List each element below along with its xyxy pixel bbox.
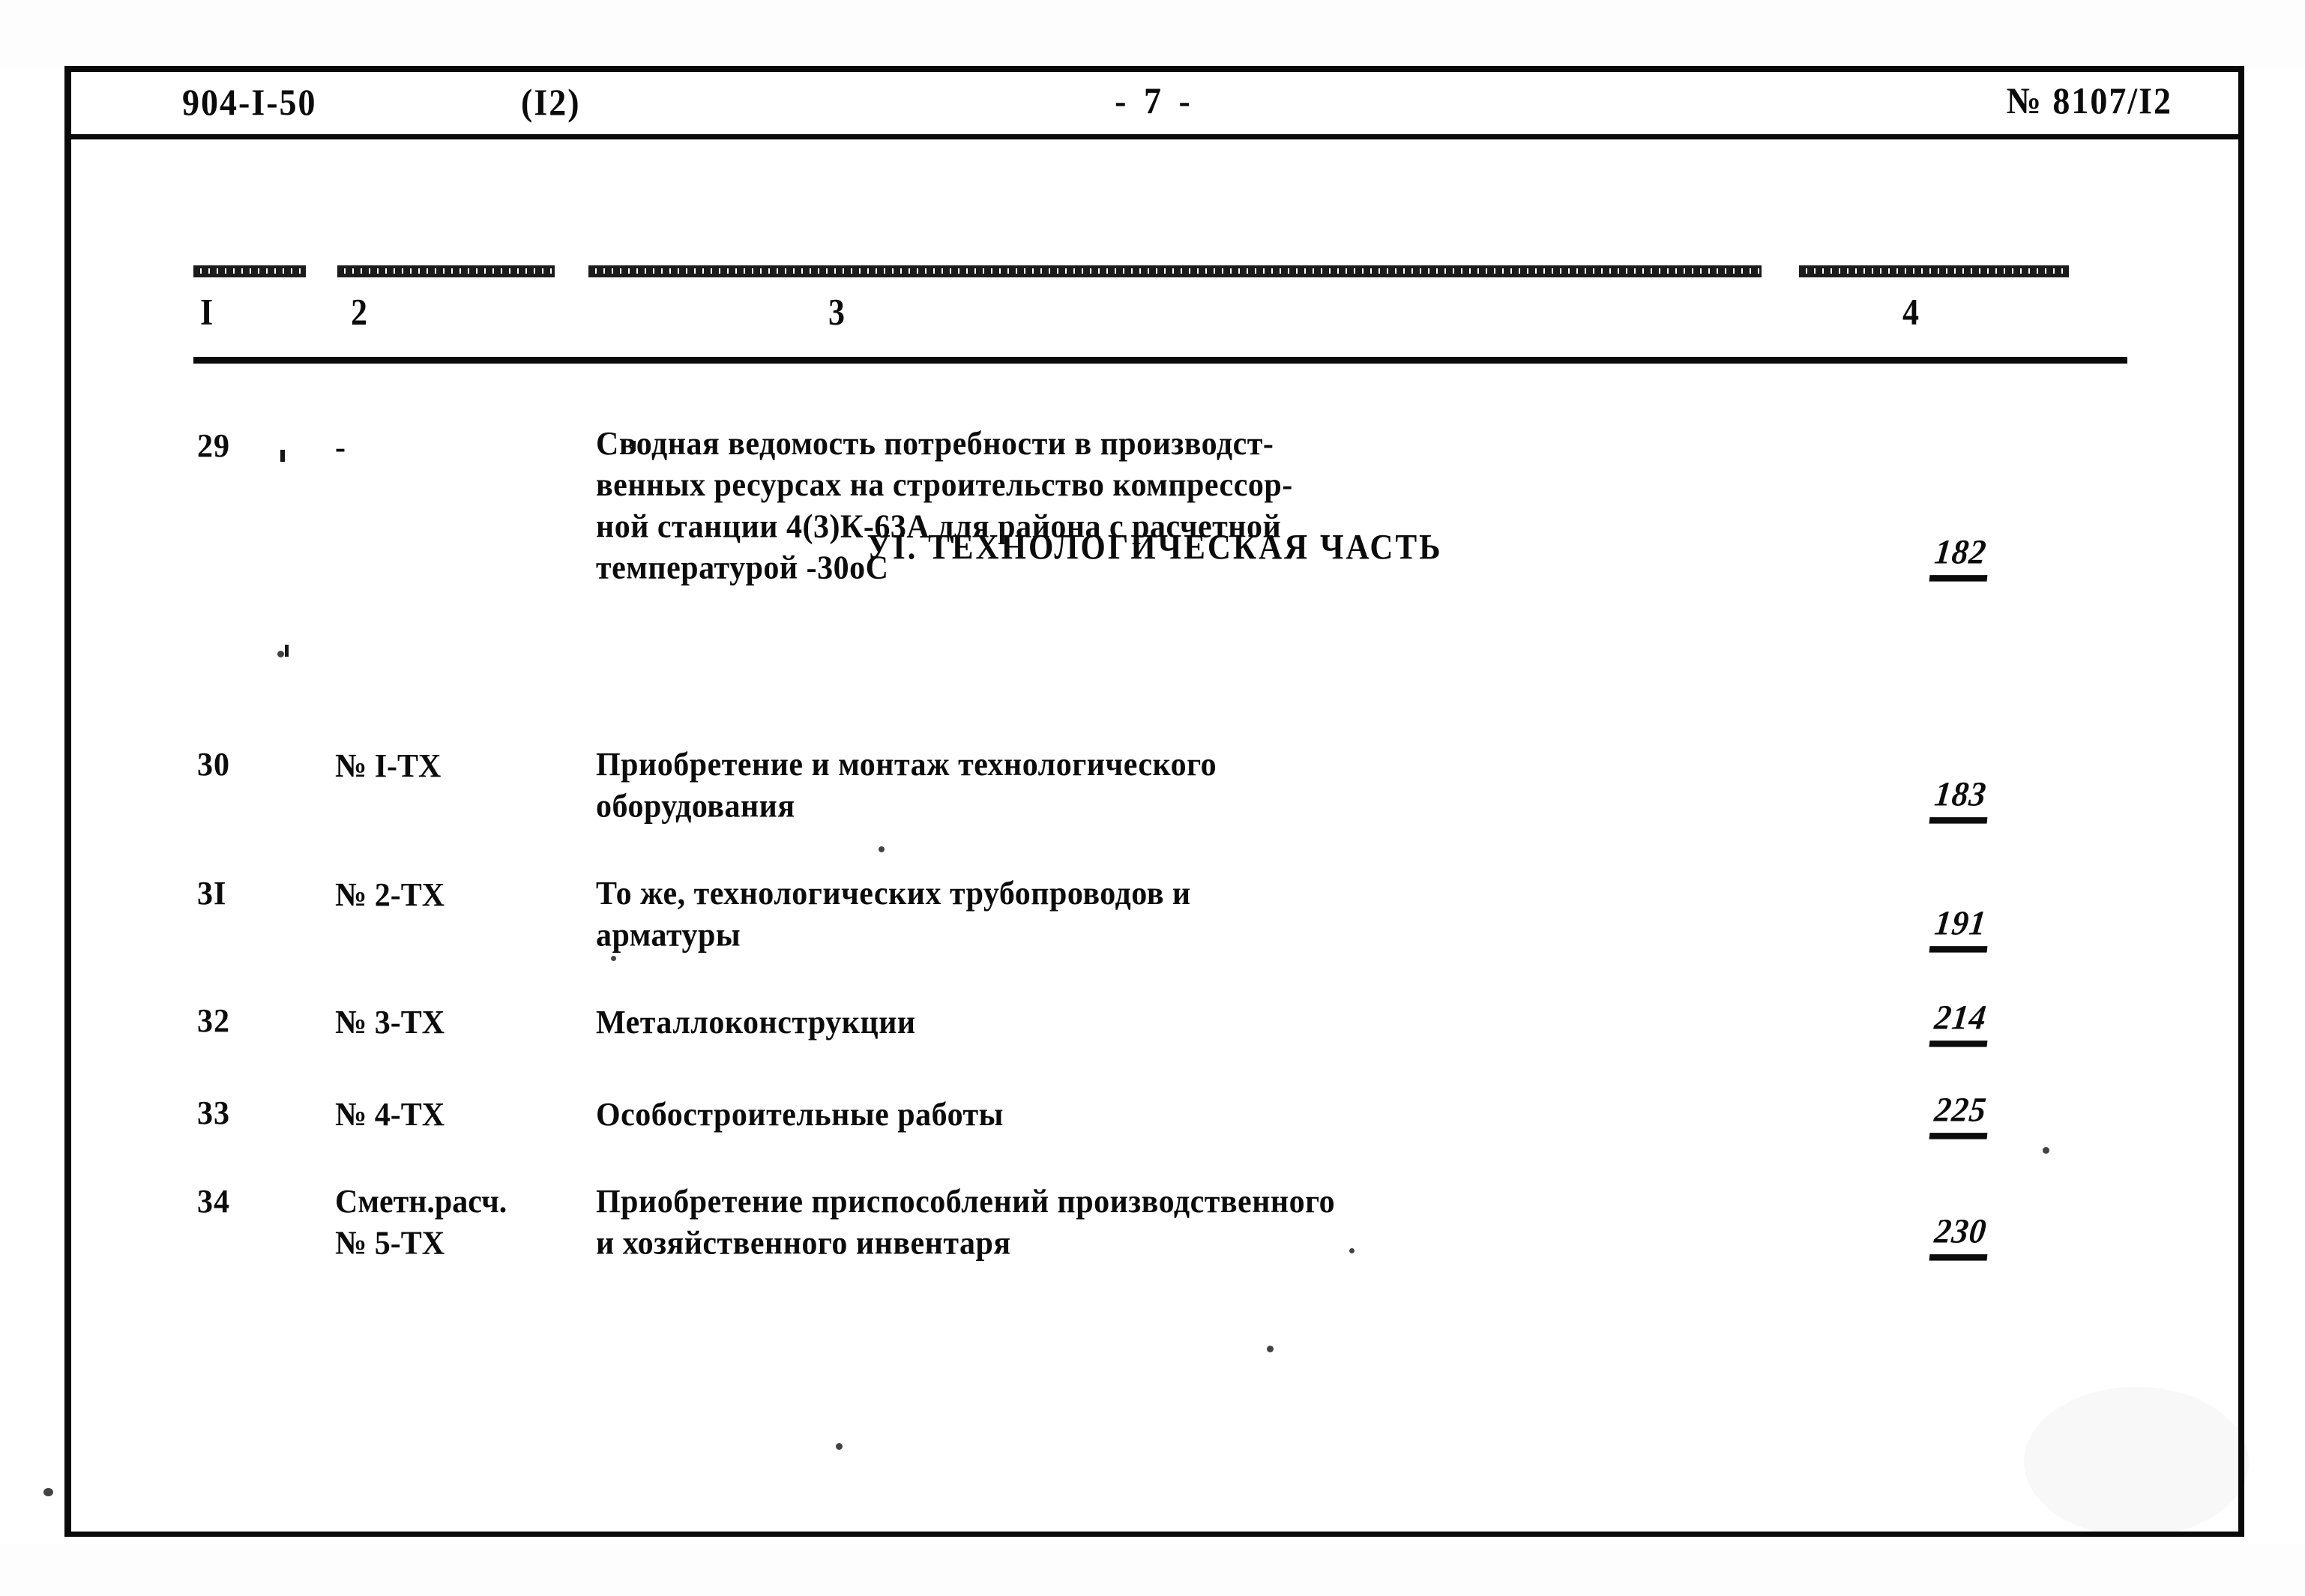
column-header-1: I bbox=[200, 292, 214, 333]
dashed-rule-col2 bbox=[337, 265, 555, 277]
scanned-page: 904-I-50 (I2) - 7 - № 8107/I2 I 2 3 4 29 bbox=[0, 0, 2305, 1596]
page-number: - 7 - bbox=[1115, 79, 1195, 122]
header-document-code: 904-I-50 bbox=[182, 81, 317, 124]
contents-table: I 2 3 4 29 - Сводная ведомость потребнос… bbox=[71, 139, 2238, 1532]
dashed-rule-col3 bbox=[588, 265, 1762, 277]
row-description: Особостроительные работы bbox=[596, 1096, 1004, 1133]
row-description: Приобретение и монтаж технологического о… bbox=[596, 747, 1217, 825]
row-page-number-value: 225 bbox=[1929, 1089, 1992, 1139]
header-issue-number: (I2) bbox=[521, 81, 581, 124]
column-header-4: 4 bbox=[1902, 292, 1919, 333]
row-code: № 2-ТХ bbox=[335, 876, 445, 914]
row-page-number-value: 230 bbox=[1929, 1211, 1992, 1261]
column-header-2: 2 bbox=[351, 292, 367, 333]
dashed-rule-col4 bbox=[1799, 265, 2069, 277]
row-page-number: 191 bbox=[1883, 903, 2038, 953]
scan-grain bbox=[0, 1544, 2305, 1596]
row-code: № I-ТХ bbox=[335, 747, 442, 785]
row-code: № 3-ТХ bbox=[335, 1004, 445, 1041]
scan-grain bbox=[0, 0, 2305, 67]
row-description: То же, технологических трубопроводов и а… bbox=[596, 876, 1191, 954]
row-page-number: 230 bbox=[1883, 1211, 2038, 1261]
document-frame: 904-I-50 (I2) - 7 - № 8107/I2 I 2 3 4 29 bbox=[64, 66, 2244, 1537]
row-number: 30 bbox=[197, 746, 230, 783]
row-description: Приобретение приспособлений производстве… bbox=[596, 1184, 1336, 1262]
row-page-number: 225 bbox=[1883, 1089, 2038, 1139]
row-page-number: 183 bbox=[1883, 774, 2038, 824]
dashed-rule-col1 bbox=[193, 265, 306, 277]
row-page-number-value: 214 bbox=[1929, 997, 1992, 1047]
section-heading: УI. ТЕХНОЛОГИЧЕСКАЯ ЧАСТЬ bbox=[867, 528, 1443, 567]
row-code: - bbox=[335, 429, 346, 466]
column-header-3: 3 bbox=[828, 292, 845, 333]
row-page-number-value: 183 bbox=[1929, 774, 1992, 824]
row-page-number: 214 bbox=[1883, 997, 2038, 1047]
column-header-dashed-rules bbox=[71, 265, 2238, 282]
row-code: № 4-ТХ bbox=[335, 1096, 445, 1133]
scan-speck bbox=[43, 1488, 53, 1496]
page-header: 904-I-50 (I2) - 7 - № 8107/I2 bbox=[71, 72, 2238, 139]
header-doc-number: № 8107/I2 bbox=[2006, 79, 2172, 122]
column-header-solid-rule bbox=[193, 357, 2127, 364]
row-number: 32 bbox=[197, 1002, 230, 1040]
row-number: 3I bbox=[197, 875, 227, 912]
row-number: 33 bbox=[197, 1094, 230, 1132]
row-page-number-value: 191 bbox=[1929, 903, 1992, 953]
row-description: Металлоконструкции bbox=[596, 1004, 916, 1041]
row-code: Сметн.расч. № 5-ТХ bbox=[335, 1184, 507, 1262]
row-number: 34 bbox=[197, 1183, 230, 1220]
row-number: 29 bbox=[197, 427, 230, 465]
